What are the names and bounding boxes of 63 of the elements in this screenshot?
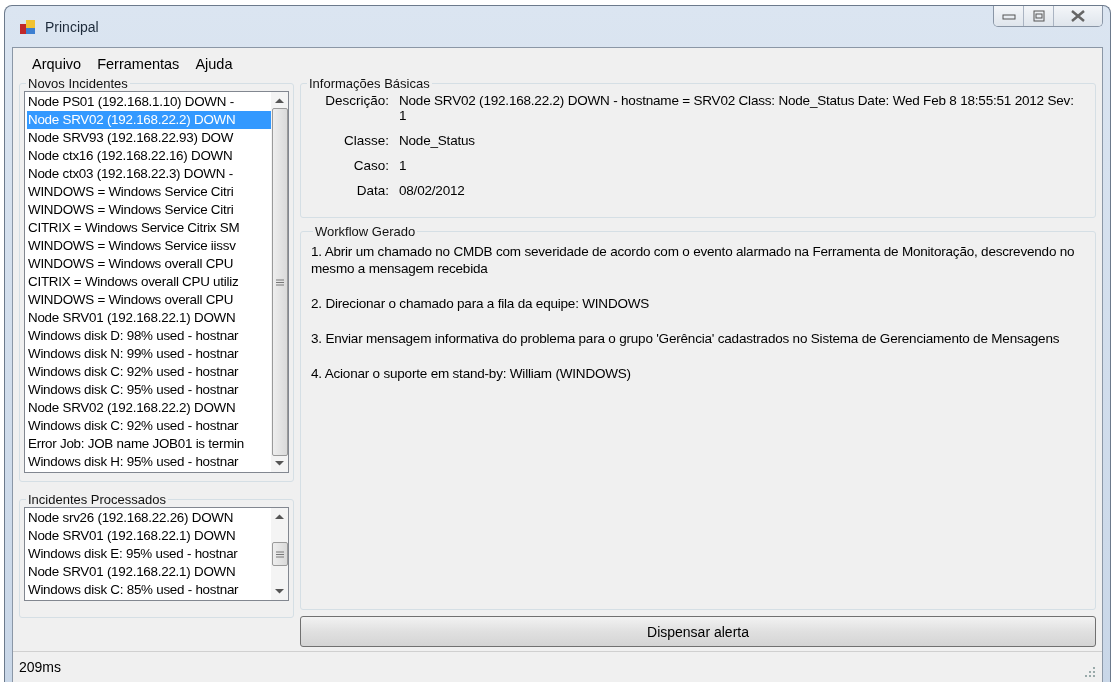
group-title: Workflow Gerado (314, 224, 417, 239)
field-value: Node_Status (399, 133, 476, 148)
list-item[interactable]: Windows disk C: 85% used - hostnar (27, 581, 271, 599)
list-item[interactable]: WINDOWS = Windows Service iissv (27, 237, 271, 255)
field-label: Caso: (352, 158, 389, 173)
minimize-icon (1001, 12, 1016, 20)
list-item[interactable]: Node PS01 (192.168.1.10) DOWN - (27, 93, 271, 111)
list-item[interactable]: Windows disk E: 95% used - hostnar (27, 545, 271, 563)
field-value: Node SRV02 (192.168.22.2) DOWN - hostname = SRV02 Class: Node_Status Date: Wed Feb 8 18:55:51 2012 Sev: 1 (399, 93, 1075, 123)
list-item[interactable]: Windows disk N: 99% used - hostnar (27, 345, 271, 363)
list-item[interactable]: Windows disk C: 92% used - hostnar (27, 363, 271, 381)
minimize-button[interactable] (994, 6, 1024, 26)
list-item[interactable]: Windows disk C: 95% used - hostnar (27, 381, 271, 399)
down-arrow-icon (275, 588, 284, 594)
list-item[interactable]: WINDOWS = Windows overall CPU (27, 255, 271, 273)
up-arrow-icon (275, 98, 284, 104)
workflow-step: 4. Acionar o suporte em stand-by: William (WINDOWS) (311, 365, 1081, 382)
list-item[interactable]: Windows disk H: 95% used - hostnar (27, 453, 271, 471)
grip-lines-icon (275, 550, 284, 558)
field-value: 1 (399, 158, 408, 173)
group-title: Incidentes Processados (27, 492, 168, 507)
workflow-step: 2. Direcionar o chamado para a fila da equipe: WINDOWS (311, 295, 1081, 312)
window-title: Principal (45, 18, 99, 35)
list-item[interactable]: WINDOWS = Windows overall CPU (27, 291, 271, 309)
list-item[interactable]: Node SRV93 (192.168.22.93) DOW (27, 129, 271, 147)
down-arrow-icon (275, 460, 284, 466)
menu-item[interactable]: Ajuda (188, 54, 240, 76)
grip-lines-icon (275, 278, 284, 286)
field-label: Classe: (343, 133, 389, 148)
close-button[interactable] (1054, 6, 1102, 26)
list-item[interactable]: Node SRV01 (192.168.22.1) DOWN (27, 527, 271, 545)
list-item[interactable]: Node ctx16 (192.168.22.16) DOWN (27, 147, 271, 165)
list-item[interactable]: WINDOWS = Windows Service Citri (27, 201, 271, 219)
workflow-step: 1. Abrir um chamado no CMDB com severidade de acordo com o evento alarmado na Ferramenta de Monitoração, descrevendo no mesmo a mensagem recebida (311, 243, 1081, 277)
dismiss-button[interactable]: Dispensar alerta (300, 616, 1096, 647)
maximize-button[interactable] (1024, 6, 1054, 26)
menu-item[interactable]: Arquivo (25, 54, 89, 76)
field-value: 08/02/2012 (399, 183, 466, 198)
list-item[interactable]: WINDOWS = Windows Service Citri (27, 183, 271, 201)
group-title: Informações Básicas (308, 76, 431, 91)
list-item[interactable]: Node SRV01 (192.168.22.1) DOWN (27, 563, 271, 581)
scrollbar-thumb[interactable] (271, 542, 288, 566)
list-item[interactable]: CITRIX = Windows overall CPU utiliz (27, 273, 271, 291)
list-item[interactable]: CITRIX = Windows Service Citrix SM (27, 219, 271, 237)
group-title: Novos Incidentes (27, 76, 129, 91)
list-item[interactable]: Node SRV02 (192.168.22.2) DOWN (27, 399, 271, 417)
app-icon (19, 17, 37, 36)
list-item[interactable]: Node srv26 (192.168.22.26) DOWN (27, 509, 271, 527)
maximize-icon (1032, 10, 1045, 22)
scrollbar[interactable] (271, 508, 288, 600)
field-label: Data: (355, 183, 389, 198)
workflow-step: 3. Enviar mensagem informativa do problema para o grupo 'Gerência' cadastrados no Sistema de Gerenciamento de Mensagens (311, 330, 1081, 347)
list-item[interactable]: Node SRV01 (192.168.22.1) DOWN (27, 309, 271, 327)
up-arrow-icon (275, 514, 284, 520)
field-label: Descrição: (324, 93, 389, 110)
close-icon (1070, 10, 1086, 22)
menu-item[interactable]: Ferramentas (90, 54, 187, 76)
list-item[interactable]: Windows disk C: 92% used - hostnar (27, 417, 271, 435)
list-item[interactable]: Error Job: JOB name JOB01 is termin (27, 435, 271, 453)
status-text: 209ms (19, 659, 62, 675)
list-item[interactable]: Windows disk D: 98% used - hostnar (27, 327, 271, 345)
resize-grip-icon (1085, 667, 1096, 678)
list-item[interactable]: Node ctx03 (192.168.22.3) DOWN - (27, 165, 271, 183)
